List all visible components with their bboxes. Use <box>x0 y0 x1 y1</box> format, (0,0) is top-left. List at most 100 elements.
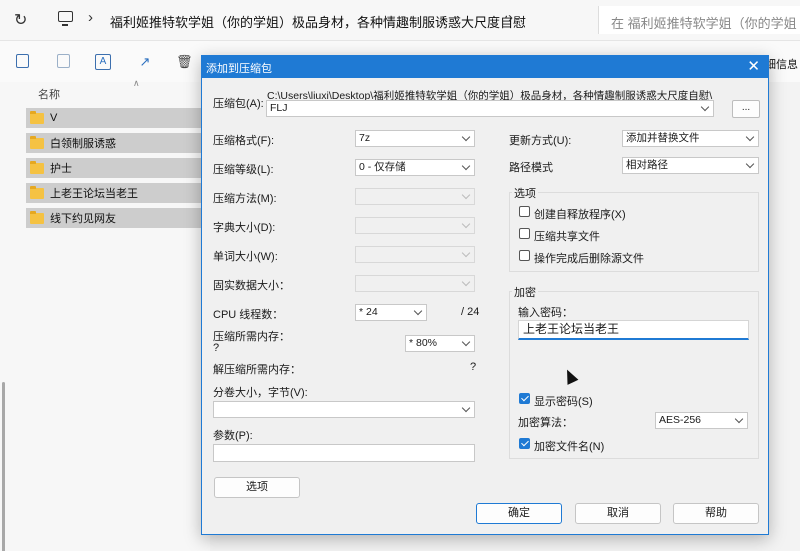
options-button[interactable]: 选项 <box>214 477 300 498</box>
format-select[interactable]: 7z <box>355 130 475 147</box>
chevron-down-icon <box>461 277 471 287</box>
encrypt-filenames-checkbox[interactable] <box>519 438 530 449</box>
rename-icon[interactable]: A <box>95 54 111 70</box>
format-label: 压缩格式(F): <box>213 135 275 147</box>
copy-icon[interactable] <box>16 54 29 68</box>
archive-label: 压缩包(A): <box>213 98 264 110</box>
dialog-title: 添加到压缩包 <box>206 63 272 75</box>
password-input[interactable]: 上老王论坛当老王 <box>518 320 749 340</box>
file-list: ∧ 名称 V 白领制服诱惑 护士 上老王论坛当老王 线下约见网友 <box>0 78 210 551</box>
dict-select <box>355 217 475 234</box>
archive-name-combo[interactable]: FLJ <box>266 100 714 117</box>
level-label: 压缩等级(L): <box>213 164 274 176</box>
mem-percent-value: * 80% <box>409 337 438 349</box>
word-select <box>355 246 475 263</box>
split-combo[interactable] <box>213 401 475 418</box>
refresh-icon[interactable]: ↻ <box>14 10 27 30</box>
ok-button[interactable]: 确定 <box>476 503 562 524</box>
mem-comp-value: ? <box>213 342 220 354</box>
chevron-down-icon[interactable] <box>700 102 710 112</box>
format-value: 7z <box>359 132 371 144</box>
enc-method-select[interactable]: AES-256 <box>655 412 748 429</box>
delete-checkbox[interactable] <box>519 250 530 261</box>
shared-label[interactable]: 压缩共享文件 <box>534 228 600 244</box>
word-label: 单词大小(W): <box>213 251 278 263</box>
show-password-label[interactable]: 显示密码(S) <box>534 393 593 409</box>
delete-icon[interactable]: 🗑 <box>176 54 193 70</box>
chevron-down-icon <box>461 248 471 258</box>
mem-percent-select[interactable]: * 80% <box>405 335 475 352</box>
scrollbar[interactable] <box>2 382 5 551</box>
shared-checkbox[interactable] <box>519 228 530 239</box>
folder-icon <box>30 210 44 224</box>
folder-icon <box>30 160 44 174</box>
folder-name: 线下约见网友 <box>50 213 116 225</box>
paste-icon[interactable] <box>57 54 70 68</box>
mem-decomp-value: ? <box>470 361 477 373</box>
enc-method-label: 加密算法： <box>518 417 573 429</box>
folder-icon <box>30 110 44 124</box>
dialog-titlebar[interactable]: 添加到压缩包 ✕ <box>202 56 768 78</box>
share-icon[interactable]: ↗ <box>137 54 153 70</box>
folder-name: 护士 <box>50 163 72 175</box>
mem-decomp-label: 解压缩所需内存： <box>213 364 301 376</box>
chevron-right-icon[interactable]: › <box>508 9 513 26</box>
params-label: 参数(P): <box>213 430 253 442</box>
enc-method-value: AES-256 <box>659 414 702 426</box>
address-path[interactable]: 福利姬推特软学姐（你的学姐）极品身材，各种情趣制服诱惑大尺度自慰 <box>110 12 526 31</box>
path-mode-value: 相对路径 <box>626 159 668 171</box>
update-value: 添加并替换文件 <box>626 132 700 144</box>
list-item[interactable]: 白领制服诱惑 <box>26 133 206 153</box>
sort-arrow-icon: ∧ <box>133 78 140 88</box>
chevron-right-icon[interactable]: › <box>88 9 93 26</box>
address-bar: ↻ › 福利姬推特软学姐（你的学姐）极品身材，各种情趣制服诱惑大尺度自慰 › 在… <box>0 0 800 40</box>
column-header-name[interactable]: 名称 <box>38 86 60 102</box>
list-item[interactable]: 护士 <box>26 158 206 178</box>
search-input[interactable]: 在 福利姬推特软学姐（你的学姐 <box>598 6 800 34</box>
folder-name: 白领制服诱惑 <box>50 138 116 150</box>
list-item[interactable]: 线下约见网友 <box>26 208 206 228</box>
close-icon[interactable]: ✕ <box>747 58 760 75</box>
chevron-down-icon[interactable] <box>413 306 423 316</box>
cpu-total: / 24 <box>461 306 480 318</box>
method-select <box>355 188 475 205</box>
folder-name: 上老王论坛当老王 <box>50 188 138 200</box>
sfx-label[interactable]: 创建自释放程序(X) <box>534 206 626 222</box>
chevron-down-icon[interactable] <box>734 414 744 424</box>
this-pc-icon[interactable] <box>58 11 73 26</box>
solid-select <box>355 275 475 292</box>
solid-label: 固实数据大小： <box>213 280 290 292</box>
path-mode-select[interactable]: 相对路径 <box>622 157 759 174</box>
chevron-down-icon <box>461 190 471 200</box>
folder-name: V <box>50 112 58 124</box>
folder-icon <box>30 135 44 149</box>
update-select[interactable]: 添加并替换文件 <box>622 130 759 147</box>
chevron-down-icon[interactable] <box>461 161 471 171</box>
chevron-down-icon[interactable] <box>745 159 755 169</box>
cpu-select[interactable]: * 24 <box>355 304 427 321</box>
list-item[interactable]: V <box>26 108 206 128</box>
method-label: 压缩方法(M): <box>213 193 277 205</box>
mem-comp-label: 压缩所需内存： <box>213 331 290 343</box>
list-item[interactable]: 上老王论坛当老王 <box>26 183 206 203</box>
encrypt-filenames-label[interactable]: 加密文件名(N) <box>534 438 604 454</box>
chevron-down-icon[interactable] <box>461 403 471 413</box>
split-label: 分卷大小，字节(V): <box>213 387 308 399</box>
level-select[interactable]: 0 - 仅存储 <box>355 159 475 176</box>
password-value: 上老王论坛当老王 <box>523 322 620 336</box>
delete-label[interactable]: 操作完成后删除源文件 <box>534 250 644 266</box>
options-group-title: 选项 <box>512 185 538 201</box>
chevron-down-icon[interactable] <box>461 337 471 347</box>
chevron-down-icon[interactable] <box>745 132 755 142</box>
chevron-down-icon[interactable] <box>461 132 471 142</box>
update-label: 更新方式(U): <box>509 135 572 147</box>
browse-button[interactable]: ... <box>732 100 760 118</box>
params-input[interactable] <box>213 444 475 462</box>
cancel-button[interactable]: 取消 <box>575 503 661 524</box>
cpu-value: * 24 <box>359 306 378 318</box>
help-button[interactable]: 帮助 <box>673 503 759 524</box>
folder-icon <box>30 185 44 199</box>
show-password-checkbox[interactable] <box>519 393 530 404</box>
sfx-checkbox[interactable] <box>519 206 530 217</box>
archive-name-value: FLJ <box>270 102 288 114</box>
